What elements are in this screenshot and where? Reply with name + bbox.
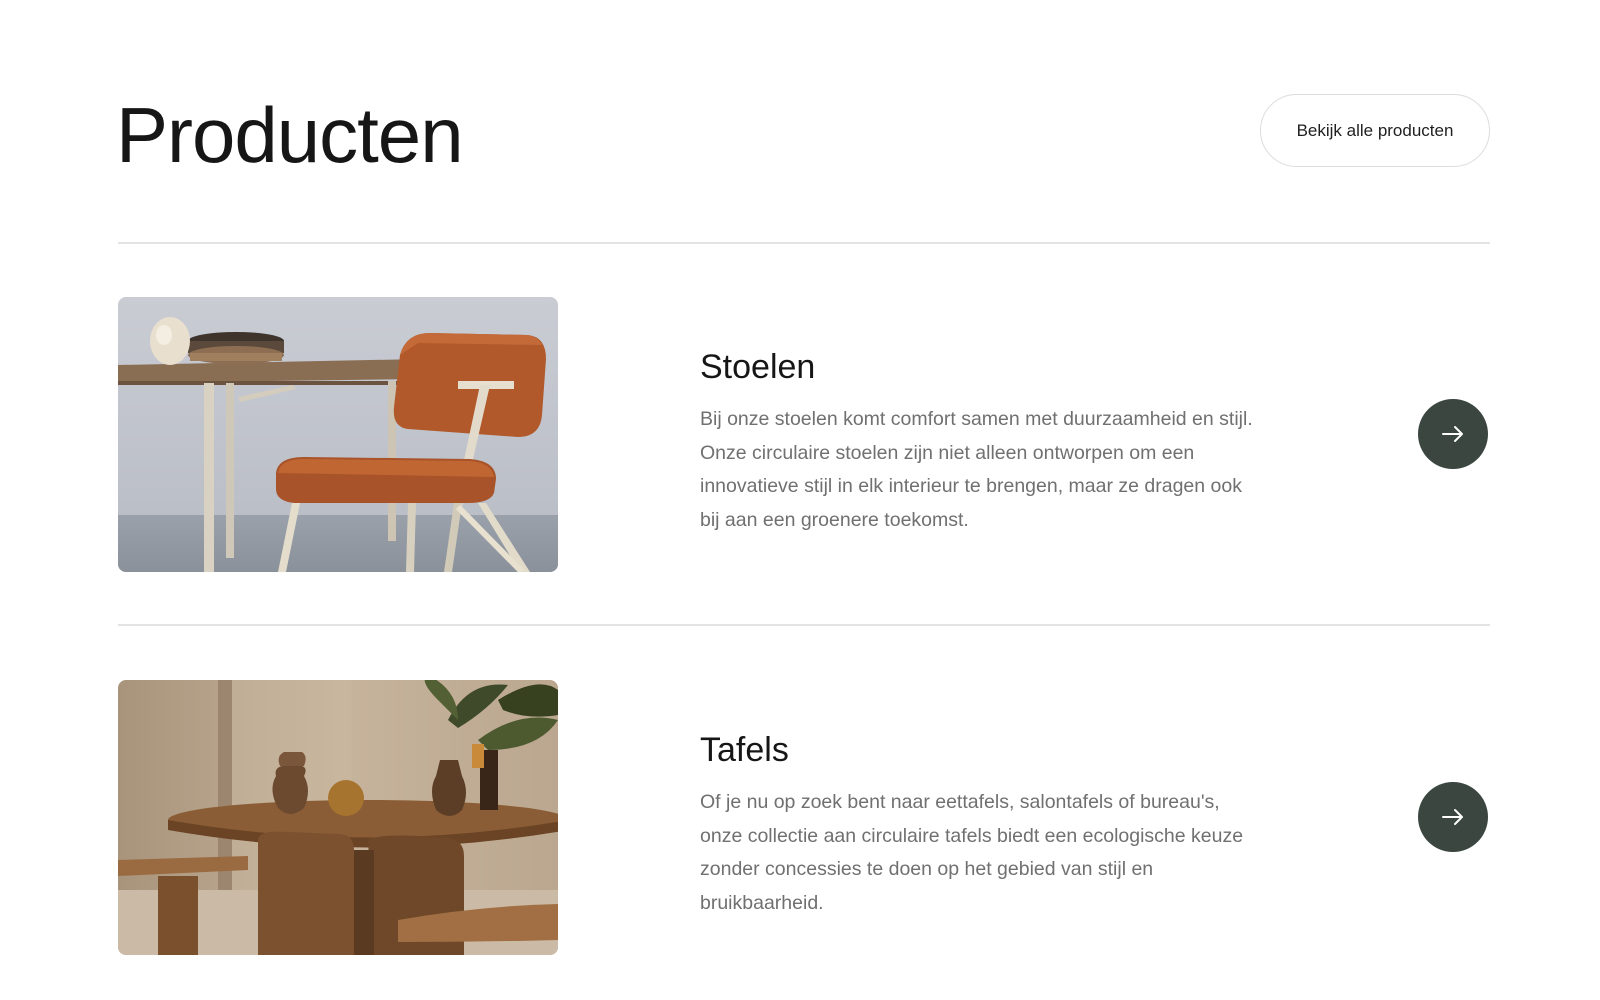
product-row-stoelen[interactable]: Stoelen Bij onze stoelen komt comfort sa…: [0, 297, 1600, 572]
product-title: Stoelen: [700, 348, 816, 386]
arrow-right-icon: [1442, 426, 1463, 442]
product-row-tafels[interactable]: Tafels Of je nu op zoek bent naar eettaf…: [0, 680, 1600, 955]
page-title: Producten: [116, 91, 464, 179]
chair-photo[interactable]: [118, 297, 558, 572]
divider: [118, 242, 1490, 244]
product-description: Of je nu op zoek bent naar eettafels, sa…: [700, 791, 1244, 914]
product-title: Tafels: [700, 731, 789, 769]
stoelen-arrow-button[interactable]: [1418, 399, 1488, 469]
product-description: Bij onze stoelen komt comfort samen met …: [700, 408, 1253, 531]
products-section: Producten Bekijk alle producten Stoelen …: [0, 0, 1600, 1000]
view-all-products-button[interactable]: Bekijk alle producten: [1260, 94, 1490, 167]
table-photo[interactable]: [118, 680, 558, 955]
arrow-right-icon: [1442, 809, 1463, 825]
divider: [118, 624, 1490, 626]
tafels-arrow-button[interactable]: [1418, 782, 1488, 852]
